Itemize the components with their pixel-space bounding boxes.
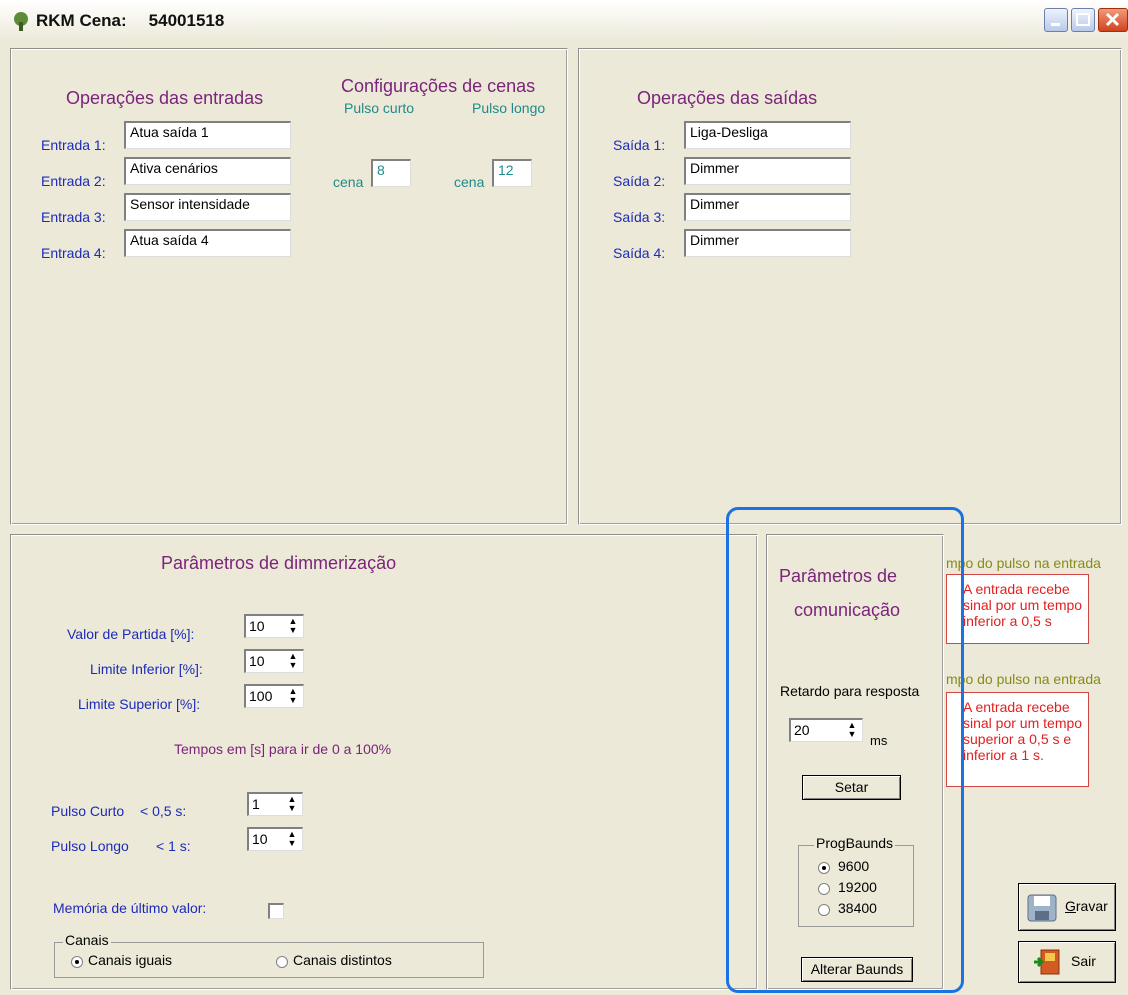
spinner-arrows-icon[interactable]: ▲ ▼ <box>285 652 301 670</box>
output-2-label: Saída 2: <box>613 173 666 189</box>
output-1-label: Saída 1: <box>613 137 666 153</box>
long-pulse-time-label: Pulso Longo <box>51 838 129 854</box>
input-2-label: Entrada 2: <box>41 173 106 189</box>
upper-limit-label: Limite Superior [%]: <box>78 696 201 712</box>
long-cena-label: cena <box>454 174 485 190</box>
window-serial: 54001518 <box>148 11 225 30</box>
floppy-disk-icon <box>1027 894 1057 922</box>
dimmer-panel <box>10 534 758 990</box>
exit-button[interactable]: Sair <box>1018 941 1116 983</box>
pulse-info-title-2: mpo do pulso na entrada <box>946 671 1101 687</box>
output-3-field[interactable]: Dimmer <box>684 193 851 221</box>
start-value: 10 <box>249 618 265 634</box>
short-pulse-limit: < 0,5 s: <box>140 803 187 819</box>
long-pulse-time-value: 10 <box>252 831 268 847</box>
maximize-icon <box>1076 13 1090 26</box>
channels-distinct-radio[interactable] <box>276 956 288 968</box>
channels-distinct-label[interactable]: Canais distintos <box>293 952 392 968</box>
input-1-label: Entrada 1: <box>41 137 106 153</box>
channels-equal-radio[interactable] <box>71 956 83 968</box>
inputs-panel <box>10 48 568 525</box>
input-3-label: Entrada 3: <box>41 209 106 225</box>
highlight-box <box>726 507 964 993</box>
save-button[interactable]: Gravar <box>1018 883 1116 931</box>
output-4-label: Saída 4: <box>613 245 666 261</box>
start-value-spinner[interactable]: 10 ▲ ▼ <box>244 614 304 638</box>
spinner-arrows-icon[interactable]: ▲ ▼ <box>284 830 300 848</box>
close-icon <box>1105 12 1120 27</box>
maximize-button[interactable] <box>1071 8 1095 32</box>
input-3-field[interactable]: Sensor intensidade <box>124 193 291 221</box>
scenes-heading: Configurações de cenas <box>341 76 536 96</box>
short-pulse-time-value: 1 <box>252 796 260 812</box>
outputs-panel <box>578 48 1122 525</box>
spinner-arrows-icon[interactable]: ▲ ▼ <box>284 795 300 813</box>
lower-limit-label: Limite Inferior [%]: <box>90 661 203 677</box>
short-cena-field[interactable]: 8 <box>371 159 411 187</box>
output-1-field[interactable]: Liga-Desliga <box>684 121 851 149</box>
long-pulse-limit: < 1 s: <box>156 838 191 854</box>
short-pulse-label: Pulso curto <box>344 100 415 116</box>
memory-checkbox[interactable] <box>268 903 284 919</box>
minimize-button[interactable] <box>1044 8 1068 32</box>
short-pulse-time-spinner[interactable]: 1 ▲ ▼ <box>247 792 303 816</box>
inputs-heading: Operações das entradas <box>66 88 264 108</box>
window-title: RKM Cena: 54001518 <box>36 11 224 31</box>
output-4-field[interactable]: Dimmer <box>684 229 851 257</box>
dimmer-heading: Parâmetros de dimmerização <box>161 553 397 573</box>
short-pulse-time-label: Pulso Curto <box>51 803 125 819</box>
save-label-rest: ravar <box>1075 898 1108 914</box>
pulse-info-box-1: A entrada recebe sinal por um tempo infe… <box>946 574 1089 644</box>
pulse-info-title-1: mpo do pulso na entrada <box>946 555 1101 571</box>
input-1-field[interactable]: Atua saída 1 <box>124 121 291 149</box>
spinner-arrows-icon[interactable]: ▲ ▼ <box>285 617 301 635</box>
input-4-label: Entrada 4: <box>41 245 106 261</box>
spinner-arrows-icon[interactable]: ▲ ▼ <box>285 687 301 705</box>
upper-limit-value: 100 <box>249 688 273 704</box>
close-button[interactable] <box>1098 8 1128 32</box>
output-2-field[interactable]: Dimmer <box>684 157 851 185</box>
app-icon <box>14 12 28 31</box>
times-label: Tempos em [s] para ir de 0 a 100% <box>174 741 392 757</box>
input-2-field[interactable]: Ativa cenários <box>124 157 291 185</box>
lower-limit-value: 10 <box>249 653 265 669</box>
save-label: Gravar <box>1065 898 1108 914</box>
save-label-mnemonic: G <box>1065 898 1076 914</box>
exit-label: Sair <box>1071 953 1096 969</box>
output-3-label: Saída 3: <box>613 209 666 225</box>
input-4-field[interactable]: Atua saída 4 <box>124 229 291 257</box>
channels-legend: Canais <box>63 932 111 948</box>
pulse-info-box-2: A entrada recebe sinal por um tempo supe… <box>946 692 1089 787</box>
long-cena-field[interactable]: 12 <box>492 159 532 187</box>
channels-equal-label[interactable]: Canais iguais <box>88 952 172 968</box>
lower-limit-spinner[interactable]: 10 ▲ ▼ <box>244 649 304 673</box>
long-pulse-label: Pulso longo <box>472 100 546 116</box>
window-title-label: RKM Cena: <box>36 11 127 30</box>
short-cena-label: cena <box>333 174 364 190</box>
outputs-heading: Operações das saídas <box>637 88 818 108</box>
exit-door-icon <box>1034 949 1060 975</box>
upper-limit-spinner[interactable]: 100 ▲ ▼ <box>244 684 304 708</box>
memory-label: Memória de último valor: <box>53 900 207 916</box>
start-value-label: Valor de Partida [%]: <box>67 626 195 642</box>
long-pulse-time-spinner[interactable]: 10 ▲ ▼ <box>247 827 303 851</box>
minimize-icon <box>1051 23 1060 26</box>
